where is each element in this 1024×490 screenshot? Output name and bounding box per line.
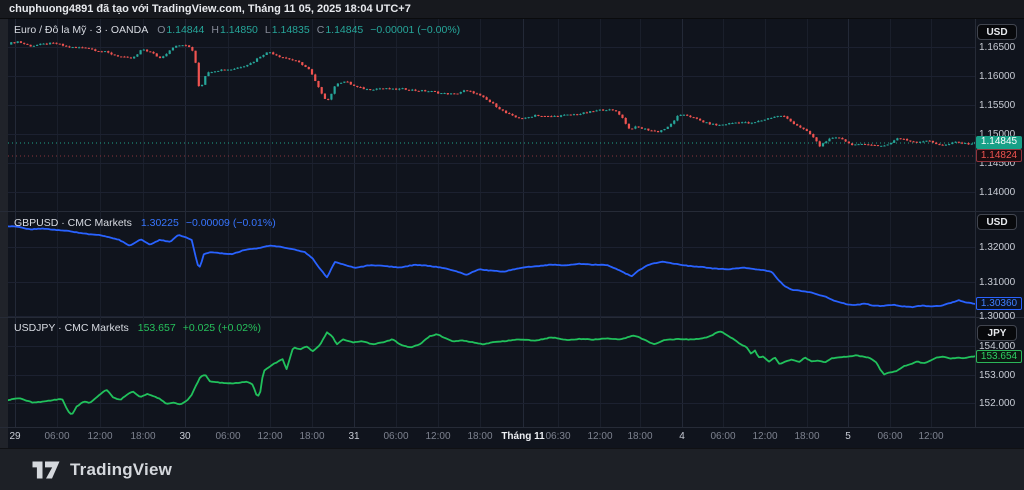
last-price-badge-usdjpy: 153.654 xyxy=(976,350,1022,363)
left-gutter xyxy=(0,19,8,448)
price-tick: 1.30000 xyxy=(979,311,1015,322)
price-tick: 1.15500 xyxy=(979,100,1015,111)
tradingview-logo-icon[interactable] xyxy=(32,461,60,479)
low-label: L xyxy=(265,24,271,36)
last-price-badge-eurusd: 1.14845 xyxy=(976,136,1022,149)
tradingview-brand[interactable]: TradingView xyxy=(70,460,172,480)
pane-eurusd[interactable] xyxy=(8,20,975,211)
price-tick: 1.16500 xyxy=(979,42,1015,53)
pane-legend-usdjpy[interactable]: USDJPY · CMC Markets 153.657 +0.025 (+0.02… xyxy=(14,322,268,336)
footer-bar: TradingView xyxy=(0,448,1024,490)
time-axis[interactable]: 2906:0012:0018:003006:0012:0018:003106:0… xyxy=(0,427,975,447)
open-label: O xyxy=(157,24,165,36)
last-value: 1.30225 xyxy=(141,217,179,229)
price-tick: 1.14000 xyxy=(979,187,1015,198)
price-tick: 1.31000 xyxy=(979,277,1015,288)
change-value: −0.00001 (−0.00%) xyxy=(370,24,460,36)
bid-price-badge-eurusd: 1.14824 xyxy=(976,149,1022,162)
close-value: 1.14845 xyxy=(325,24,363,36)
time-label: 12:00 xyxy=(903,431,959,442)
attribution-bar: chuphuong4891 đã tạo với TradingView.com… xyxy=(0,0,1024,19)
low-value: 1.14835 xyxy=(272,24,310,36)
change-value: +0.025 (+0.02%) xyxy=(183,322,261,334)
symbol-title[interactable]: USDJPY · CMC Markets xyxy=(14,322,129,334)
price-scale[interactable]: USD USD JPY 1.165001.160001.155001.15000… xyxy=(975,19,1024,427)
symbol-title[interactable]: GBPUSD · CMC Markets xyxy=(14,217,132,229)
open-value: 1.14844 xyxy=(166,24,204,36)
pane-legend-eurusd[interactable]: Euro / Đô la Mỹ · 3 · OANDAO1.14844H1.14… xyxy=(14,24,467,38)
pane-legend-gbpusd[interactable]: GBPUSD · CMC Markets 1.30225 −0.00009 (−0.… xyxy=(14,217,283,231)
last-price-badge-gbpusd: 1.30360 xyxy=(976,297,1022,310)
price-tick: 1.32000 xyxy=(979,242,1015,253)
high-value: 1.14850 xyxy=(220,24,258,36)
close-label: C xyxy=(317,24,325,36)
change-value: −0.00009 (−0.01%) xyxy=(186,217,276,229)
price-tick: 153.000 xyxy=(979,370,1015,381)
currency-pill-usd[interactable]: USD xyxy=(977,24,1017,40)
symbol-title[interactable]: Euro / Đô la Mỹ · 3 · OANDA xyxy=(14,24,148,36)
currency-pill-usd[interactable]: USD xyxy=(977,214,1017,230)
currency-pill-jpy[interactable]: JPY xyxy=(977,325,1017,341)
price-tick: 1.16000 xyxy=(979,71,1015,82)
high-label: H xyxy=(211,24,219,36)
price-tick: 152.000 xyxy=(979,398,1015,409)
last-value: 153.657 xyxy=(138,322,176,334)
tradingview-snapshot: chuphuong4891 đã tạo với TradingView.com… xyxy=(0,0,1024,490)
